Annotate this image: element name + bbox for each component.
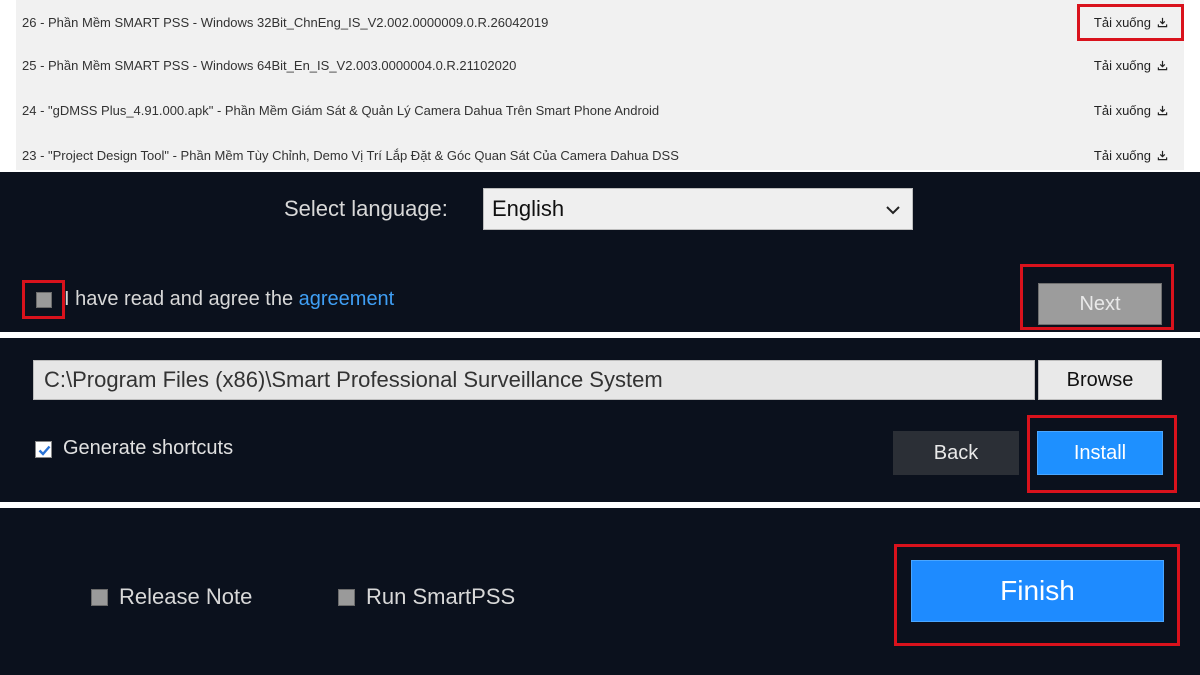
install-button[interactable]: Install [1037, 431, 1163, 475]
run-smartpss-label: Run SmartPSS [366, 584, 516, 609]
install-path-input[interactable]: C:\Program Files (x86)\Smart Professiona… [33, 360, 1035, 400]
agreement-prefix: I have read and agree the [64, 288, 299, 310]
download-item-name: 24 - "gDMSS Plus_4.91.000.apk" - Phần Mề… [22, 103, 660, 118]
finish-button[interactable]: Finish [911, 560, 1164, 622]
download-icon [1157, 105, 1168, 116]
release-note-label: Release Note [119, 584, 253, 609]
list-item: 24 - "gDMSS Plus_4.91.000.apk" - Phần Mề… [16, 88, 1184, 133]
chevron-down-icon [886, 206, 900, 215]
download-icon [1157, 60, 1168, 71]
download-icon [1157, 150, 1168, 161]
next-button[interactable]: Next [1038, 283, 1162, 325]
download-item-name: 26 - Phần Mềm SMART PSS - Windows 32Bit_… [22, 15, 549, 30]
download-button-label: Tải xuống [1093, 15, 1151, 30]
list-item: 25 - Phần Mềm SMART PSS - Windows 64Bit_… [16, 43, 1184, 88]
download-button[interactable]: Tải xuống [1094, 103, 1168, 118]
back-button[interactable]: Back [893, 431, 1019, 475]
agreement-checkbox[interactable] [36, 292, 52, 308]
language-label: Select language: [284, 196, 448, 221]
download-item-name: 23 - "Project Design Tool" - Phần Mềm Tù… [22, 148, 679, 163]
download-item-name: 25 - Phần Mềm SMART PSS - Windows 64Bit_… [22, 58, 517, 73]
download-button[interactable]: Tải xuống [1094, 15, 1168, 30]
download-button[interactable]: Tải xuống [1094, 58, 1168, 73]
browse-button[interactable]: Browse [1038, 360, 1162, 400]
release-note-checkbox[interactable] [91, 589, 108, 606]
download-button-label: Tải xuống [1093, 148, 1151, 163]
shortcuts-label: Generate shortcuts [63, 437, 234, 459]
language-selected-value: English [492, 196, 565, 221]
download-list: 26 - Phần Mềm SMART PSS - Windows 32Bit_… [16, 0, 1184, 170]
download-button-label: Tải xuống [1093, 58, 1151, 73]
agreement-link[interactable]: agreement [299, 288, 395, 310]
run-smartpss-checkbox[interactable] [338, 589, 355, 606]
download-button[interactable]: Tải xuống [1094, 148, 1168, 163]
language-select[interactable]: English [483, 188, 913, 230]
agreement-text: I have read and agree the agreement [64, 288, 394, 311]
download-button-label: Tải xuống [1093, 103, 1151, 118]
list-item: 26 - Phần Mềm SMART PSS - Windows 32Bit_… [16, 0, 1184, 45]
checkmark-icon [38, 445, 51, 456]
shortcuts-checkbox[interactable] [35, 441, 52, 458]
download-icon [1157, 17, 1168, 28]
